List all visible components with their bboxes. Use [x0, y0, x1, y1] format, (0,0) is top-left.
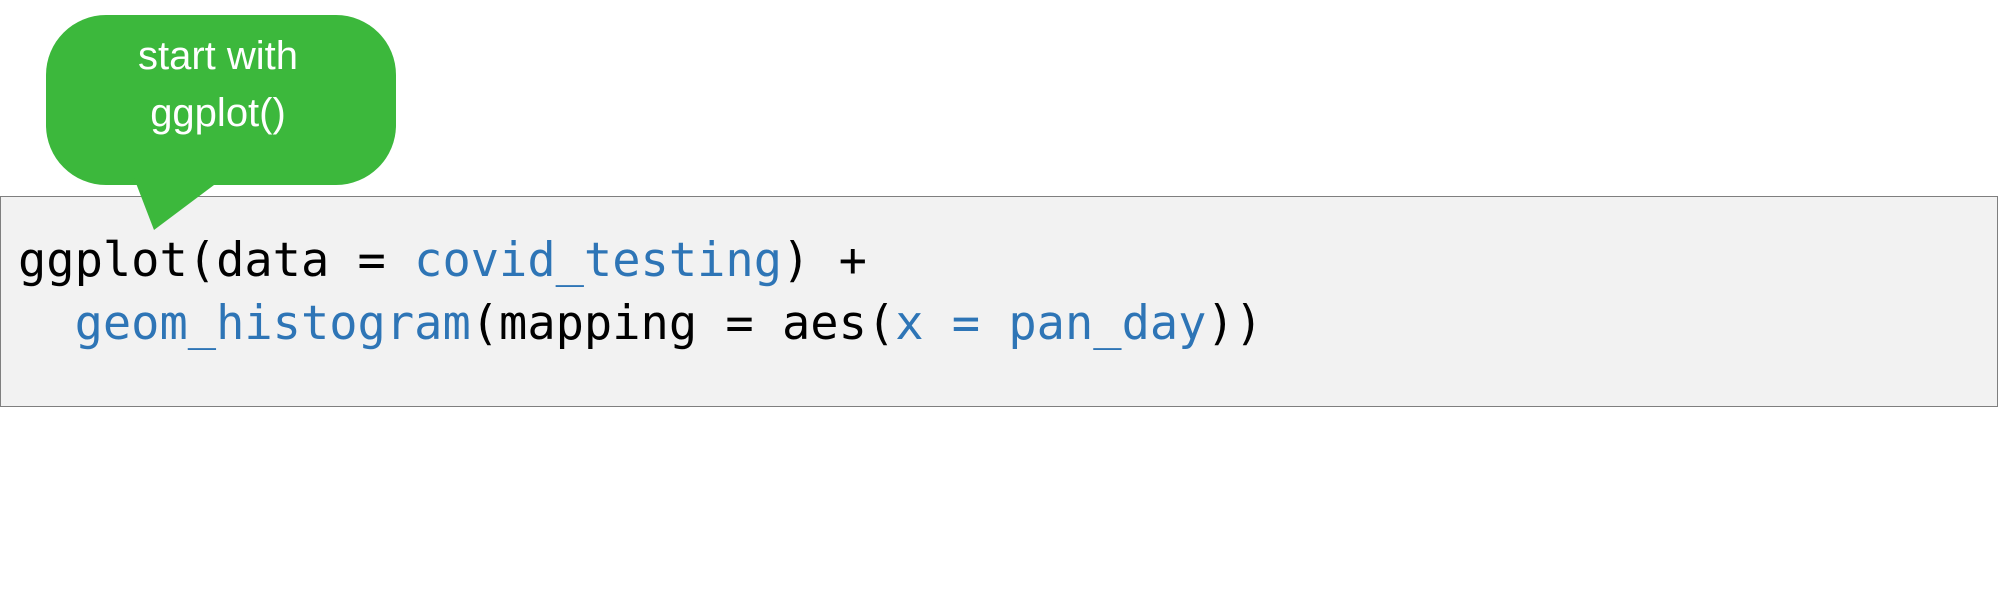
- code-token: )): [1206, 296, 1264, 351]
- code-token: geom_histogram: [74, 296, 471, 351]
- code-token: ) +: [782, 233, 867, 288]
- callout-text-line-2: ggplot(): [150, 91, 286, 135]
- code-token: x = pan_day: [895, 296, 1207, 351]
- code-token: covid_testing: [414, 233, 783, 288]
- callout-text-line-1: start with: [137, 34, 299, 78]
- callout-bubble-pointer: [134, 178, 218, 230]
- code-token: ggplot(data =: [18, 233, 415, 288]
- callout-text: start with ggplot(): [48, 28, 388, 142]
- code-token: (mapping = aes(: [470, 296, 896, 351]
- code-line-2: geom_histogram(mapping = aes(x = pan_day…: [18, 293, 1263, 355]
